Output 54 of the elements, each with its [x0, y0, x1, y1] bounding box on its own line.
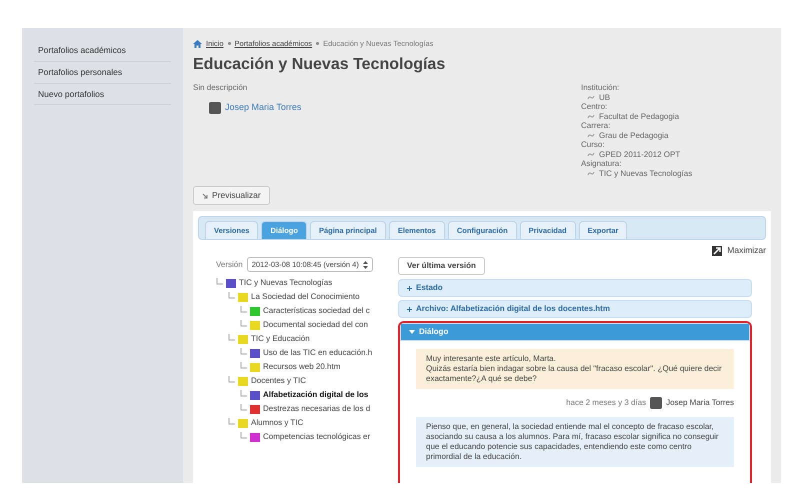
section-header[interactable]: Estado — [398, 279, 752, 297]
avatar-icon — [209, 102, 221, 114]
tree-item[interactable]: Recursos web 20.htm — [263, 361, 340, 374]
link-icon — [587, 171, 595, 176]
home-icon — [193, 40, 202, 48]
detail-label: Curso: — [581, 140, 606, 150]
sidebar-item[interactable]: Portafolios personales — [34, 62, 171, 84]
detail-value: Grau de Pedagogia — [599, 130, 668, 140]
plus-icon — [407, 306, 412, 312]
tree-item[interactable]: Características sociedad del c — [263, 305, 370, 318]
preview-button[interactable]: Previsualizar — [193, 186, 270, 205]
plus-icon — [407, 286, 412, 290]
detail-label: Carrera: — [581, 121, 612, 131]
tree-item[interactable]: La Sociedad del Conocimiento — [251, 291, 360, 304]
caret-down-icon — [409, 330, 415, 334]
detail-value: Facultat de Pedagogia — [599, 112, 680, 122]
link-icon — [587, 133, 595, 138]
maximize-icon — [711, 244, 724, 257]
detail-value: UB — [599, 92, 610, 102]
description: Sin descripción — [193, 83, 248, 93]
maximize-link[interactable]: Maximizar — [727, 244, 766, 257]
section-header[interactable]: Archivo: Alfabetización digital de los docentes.htm — [398, 300, 752, 318]
page-title: Educación y Nuevas Tecnologías — [193, 55, 446, 76]
detail-label: Institución: — [581, 83, 620, 93]
owner-link[interactable]: Josep Maria Torres — [225, 100, 302, 114]
link-icon — [587, 114, 595, 119]
arrow-icon — [202, 192, 208, 199]
reply-text: Pienso que, en general, la sociedad entiende mal el concepto de fracaso escolar, asociando su causa a los alumnos. Para mí, fracaso escolar significa no conseguir que el educando potencie sus capacidades, entendiendo este como centro primordial de la educación. — [416, 417, 734, 467]
tree-item[interactable]: TIC y Nuevas Tecnologías — [239, 277, 332, 290]
sidebar-item[interactable]: Nuevo portafolios — [34, 84, 171, 106]
link-icon — [587, 95, 595, 100]
tree-item[interactable]: Uso de las TIC en educación.h — [263, 347, 372, 360]
detail-value: TIC y Nuevas Tecnologías — [599, 168, 692, 178]
tree-item[interactable]: Destrezas necesarias de los d — [263, 403, 370, 416]
tree-item[interactable]: Documental sociedad del con — [263, 319, 368, 332]
updown-arrows-icon — [362, 260, 368, 269]
tree-item[interactable]: TIC y Educación — [251, 333, 310, 346]
tree-item[interactable]: Alfabetización digital de los — [263, 389, 368, 402]
separator-dot-icon — [316, 42, 320, 46]
tree-item[interactable]: Alumnos y TIC — [251, 417, 304, 430]
latest-version-button[interactable]: Ver última versión — [398, 257, 485, 275]
author-name: Josep Maria Torres — [666, 397, 734, 409]
detail-label: Asignatura: — [581, 159, 622, 169]
detail-value: GPED 2011-2012 OPT — [599, 150, 680, 160]
separator-dot-icon — [228, 42, 231, 46]
link-icon — [587, 152, 595, 157]
comment-time: hace 2 meses y 3 días — [566, 397, 646, 409]
avatar-icon — [650, 397, 662, 409]
detail-label: Centro: — [581, 102, 608, 112]
version-label: Versión — [216, 258, 243, 271]
comment-text: Muy interesante este artículo, Marta. Quizás estaría bien indagar sobre la causa del "fracaso escolar". ¿Qué quiere decir exactamente?¿A qué se debe? — [416, 349, 734, 389]
sidebar-item[interactable]: Portafolios académicos — [34, 40, 171, 62]
tree-item[interactable]: Competencias tecnológicas er — [263, 431, 370, 444]
tree-item[interactable]: Docentes y TIC — [251, 375, 306, 388]
